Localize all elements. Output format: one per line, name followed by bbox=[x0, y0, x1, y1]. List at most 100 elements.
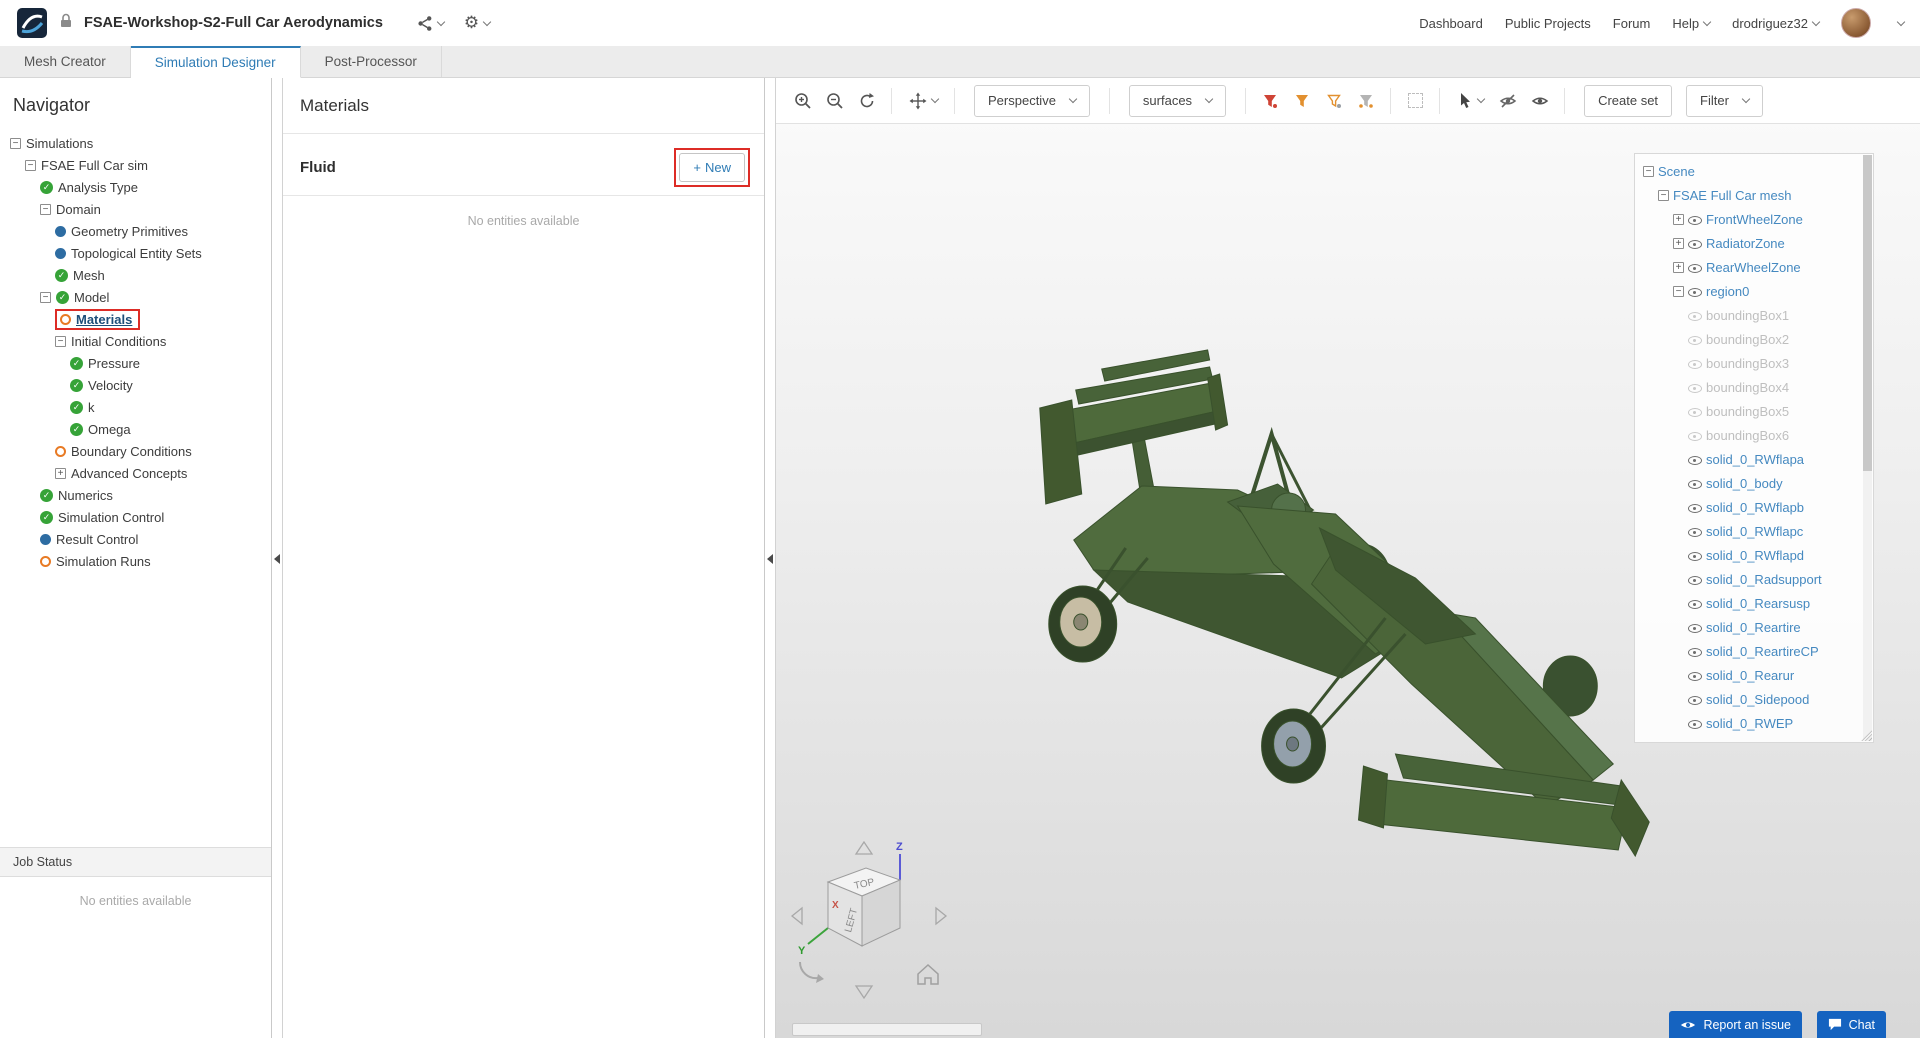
scene-tree-scrollbar[interactable] bbox=[1863, 155, 1872, 741]
scene-item-solid-0-rearsusp[interactable]: solid_0_Rearsusp bbox=[1639, 591, 1861, 615]
scene-item-frontwheelzone[interactable]: + FrontWheelZone bbox=[1639, 207, 1861, 231]
visibility-eye-icon[interactable] bbox=[1688, 621, 1702, 634]
nav-item-k[interactable]: ✓ k bbox=[0, 396, 271, 418]
nav-item-simulation-runs[interactable]: Simulation Runs bbox=[0, 550, 271, 572]
scene-item-solid-0-rwflapb[interactable]: solid_0_RWflapb bbox=[1639, 495, 1861, 519]
visibility-eye-icon[interactable] bbox=[1688, 501, 1702, 514]
visibility-eye-icon[interactable] bbox=[1688, 357, 1702, 370]
report-issue-button[interactable]: Report an issue bbox=[1669, 1011, 1802, 1038]
nav-item-fsae-full-car-sim[interactable]: − FSAE Full Car sim bbox=[0, 154, 271, 176]
scrollbar-thumb[interactable] bbox=[1863, 155, 1872, 472]
tab-post-processor[interactable]: Post-Processor bbox=[300, 46, 442, 77]
nav-item-mesh[interactable]: ✓ Mesh bbox=[0, 264, 271, 286]
pointer-select-dropdown[interactable] bbox=[1451, 86, 1489, 116]
scene-item-solid-0-rearur[interactable]: solid_0_Rearur bbox=[1639, 663, 1861, 687]
create-set-button[interactable]: Create set bbox=[1584, 84, 1673, 117]
scene-item-region0[interactable]: − region0 bbox=[1639, 279, 1861, 303]
scene-item-radiatorzone[interactable]: + RadiatorZone bbox=[1639, 231, 1861, 255]
chat-button[interactable]: Chat bbox=[1816, 1011, 1886, 1038]
scene-item-solid-0-reartirecp[interactable]: solid_0_ReartireCP bbox=[1639, 639, 1861, 663]
scene-item-solid-0-sidepood[interactable]: solid_0_Sidepood bbox=[1639, 687, 1861, 711]
visibility-eye-icon[interactable] bbox=[1688, 693, 1702, 706]
visibility-eye-icon[interactable] bbox=[1688, 405, 1702, 418]
surfaces-dropdown[interactable]: surfaces bbox=[1128, 84, 1227, 117]
visibility-eye-icon[interactable] bbox=[1688, 261, 1702, 274]
visibility-eye-icon[interactable] bbox=[1688, 453, 1702, 466]
nav-item-pressure[interactable]: ✓ Pressure bbox=[0, 352, 271, 374]
scene-item-fsae-full-car-mesh[interactable]: − FSAE Full Car mesh bbox=[1639, 183, 1861, 207]
nav-item-model[interactable]: − ✓ Model bbox=[0, 286, 271, 308]
visibility-eye-icon[interactable] bbox=[1688, 285, 1702, 298]
nav-public-projects[interactable]: Public Projects bbox=[1505, 16, 1591, 31]
pan-tool-button[interactable] bbox=[903, 86, 943, 116]
nav-item-topological-entity-sets[interactable]: Topological Entity Sets bbox=[0, 242, 271, 264]
scene-item-solid-0-rwep[interactable]: solid_0_RWEP bbox=[1639, 711, 1861, 735]
nav-item-simulations[interactable]: − Simulations bbox=[0, 132, 271, 154]
zoom-in-icon[interactable] bbox=[790, 86, 816, 116]
nav-item-analysis-type[interactable]: ✓ Analysis Type bbox=[0, 176, 271, 198]
visibility-eye-icon[interactable] bbox=[1688, 429, 1702, 442]
nav-item-advanced-concepts[interactable]: + Advanced Concepts bbox=[0, 462, 271, 484]
scene-item-boundingbox5[interactable]: boundingBox5 bbox=[1639, 399, 1861, 423]
visibility-eye-icon[interactable] bbox=[1688, 669, 1702, 682]
expander-minus-icon[interactable]: − bbox=[55, 335, 66, 347]
show-all-eye-icon[interactable] bbox=[1527, 86, 1553, 116]
scene-item-solid-0-reartire[interactable]: solid_0_Reartire bbox=[1639, 615, 1861, 639]
expander-minus-icon[interactable]: − bbox=[40, 203, 51, 215]
nav-item-simulation-control[interactable]: ✓ Simulation Control bbox=[0, 506, 271, 528]
visibility-eye-icon[interactable] bbox=[1688, 333, 1702, 346]
refresh-view-icon[interactable] bbox=[854, 86, 880, 116]
visibility-eye-icon[interactable] bbox=[1688, 525, 1702, 538]
avatar-chevron-icon[interactable] bbox=[1896, 17, 1906, 26]
visibility-eye-icon[interactable] bbox=[1688, 213, 1702, 226]
tab-mesh-creator[interactable]: Mesh Creator bbox=[0, 46, 131, 77]
expander-plus-icon[interactable]: + bbox=[1673, 213, 1684, 225]
box-select-icon[interactable] bbox=[1402, 86, 1428, 116]
expander-minus-icon[interactable]: − bbox=[1643, 165, 1654, 177]
viewport-horizontal-scrollbar[interactable] bbox=[792, 1023, 982, 1036]
nav-item-initial-conditions[interactable]: − Initial Conditions bbox=[0, 330, 271, 352]
avatar[interactable] bbox=[1841, 8, 1871, 38]
expander-plus-icon[interactable]: + bbox=[1673, 237, 1684, 249]
scene-item-solid-0-rwflapd[interactable]: solid_0_RWflapd bbox=[1639, 543, 1861, 567]
selection-filter-outline-icon[interactable] bbox=[1321, 86, 1347, 116]
visibility-eye-icon[interactable] bbox=[1688, 549, 1702, 562]
visibility-eye-icon[interactable] bbox=[1688, 309, 1702, 322]
scene-item-boundingbox3[interactable]: boundingBox3 bbox=[1639, 351, 1861, 375]
scene-item-boundingbox4[interactable]: boundingBox4 bbox=[1639, 375, 1861, 399]
scene-item-solid-0-body[interactable]: solid_0_body bbox=[1639, 471, 1861, 495]
expander-minus-icon[interactable]: − bbox=[1658, 189, 1669, 201]
settings-chevron-icon[interactable] bbox=[482, 17, 492, 26]
materials-resize-handle[interactable] bbox=[765, 78, 775, 1038]
selection-filter-orange-icon[interactable] bbox=[1289, 86, 1315, 116]
scene-item-solid-0-rwflapc[interactable]: solid_0_RWflapc bbox=[1639, 519, 1861, 543]
nav-item-velocity[interactable]: ✓ Velocity bbox=[0, 374, 271, 396]
scene-tree-resize-grip[interactable] bbox=[1860, 729, 1872, 741]
nav-item-omega[interactable]: ✓ Omega bbox=[0, 418, 271, 440]
new-material-button[interactable]: + New bbox=[679, 153, 745, 182]
nav-forum[interactable]: Forum bbox=[1613, 16, 1651, 31]
visibility-eye-icon[interactable] bbox=[1688, 597, 1702, 610]
zoom-out-icon[interactable] bbox=[822, 86, 848, 116]
scene-item-boundingbox2[interactable]: boundingBox2 bbox=[1639, 327, 1861, 351]
expander-minus-icon[interactable]: − bbox=[1673, 285, 1684, 297]
scene-item-rearwheelzone[interactable]: + RearWheelZone bbox=[1639, 255, 1861, 279]
expander-minus-icon[interactable]: − bbox=[25, 159, 36, 171]
navigator-resize-handle[interactable] bbox=[272, 78, 282, 1038]
nav-help[interactable]: Help bbox=[1672, 16, 1712, 31]
expander-plus-icon[interactable]: + bbox=[55, 467, 66, 479]
nav-dashboard[interactable]: Dashboard bbox=[1419, 16, 1483, 31]
scene-item-scene[interactable]: − Scene bbox=[1639, 159, 1861, 183]
expander-minus-icon[interactable]: − bbox=[10, 137, 21, 149]
visibility-eye-icon[interactable] bbox=[1688, 381, 1702, 394]
hide-selection-eye-slash-icon[interactable] bbox=[1495, 86, 1521, 116]
viewport[interactable]: Perspective surfaces Create set Filter −… bbox=[775, 78, 1920, 1038]
scene-item-boundingbox1[interactable]: boundingBox1 bbox=[1639, 303, 1861, 327]
scene-item-boundingbox6[interactable]: boundingBox6 bbox=[1639, 423, 1861, 447]
visibility-eye-icon[interactable] bbox=[1688, 573, 1702, 586]
visibility-eye-icon[interactable] bbox=[1688, 477, 1702, 490]
visibility-eye-icon[interactable] bbox=[1688, 717, 1702, 730]
share-icon[interactable] bbox=[417, 15, 446, 32]
perspective-dropdown[interactable]: Perspective bbox=[974, 84, 1090, 117]
visibility-eye-icon[interactable] bbox=[1688, 645, 1702, 658]
